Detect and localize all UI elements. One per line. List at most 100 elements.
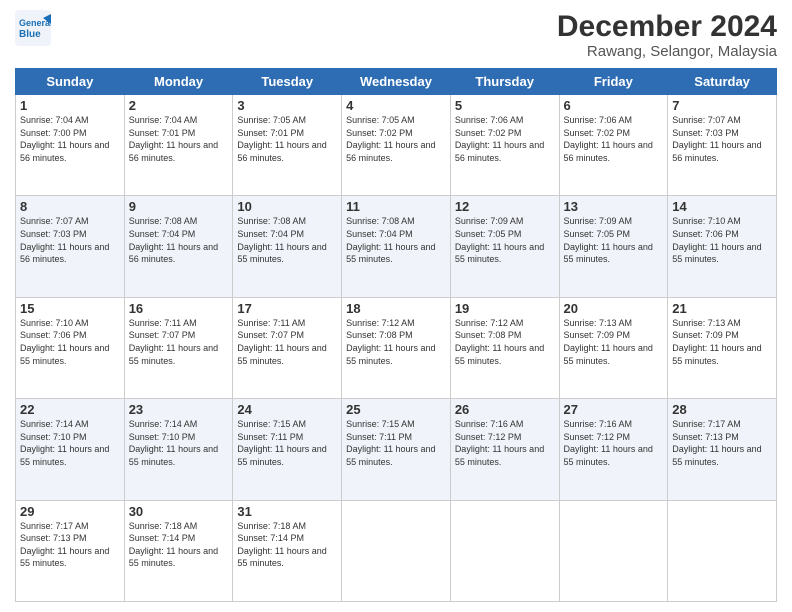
day-info: Sunrise: 7:08 AMSunset: 7:04 PMDaylight:…: [237, 216, 326, 264]
day-cell: 9 Sunrise: 7:08 AMSunset: 7:04 PMDayligh…: [124, 196, 233, 297]
day-info: Sunrise: 7:05 AMSunset: 7:01 PMDaylight:…: [237, 115, 326, 163]
day-info: Sunrise: 7:08 AMSunset: 7:04 PMDaylight:…: [129, 216, 218, 264]
day-cell: 29 Sunrise: 7:17 AMSunset: 7:13 PMDaylig…: [16, 500, 125, 601]
day-cell: 3 Sunrise: 7:05 AMSunset: 7:01 PMDayligh…: [233, 95, 342, 196]
day-number: 22: [20, 402, 120, 417]
day-cell: 1 Sunrise: 7:04 AMSunset: 7:00 PMDayligh…: [16, 95, 125, 196]
day-number: 28: [672, 402, 772, 417]
day-cell: 7 Sunrise: 7:07 AMSunset: 7:03 PMDayligh…: [668, 95, 777, 196]
day-cell: 30 Sunrise: 7:18 AMSunset: 7:14 PMDaylig…: [124, 500, 233, 601]
day-cell: 31 Sunrise: 7:18 AMSunset: 7:14 PMDaylig…: [233, 500, 342, 601]
day-number: 23: [129, 402, 229, 417]
day-info: Sunrise: 7:17 AMSunset: 7:13 PMDaylight:…: [672, 419, 761, 467]
day-number: 10: [237, 199, 337, 214]
day-number: 12: [455, 199, 555, 214]
day-number: 16: [129, 301, 229, 316]
page-container: General Blue December 2024 Rawang, Selan…: [0, 0, 792, 612]
day-cell: 17 Sunrise: 7:11 AMSunset: 7:07 PMDaylig…: [233, 297, 342, 398]
day-info: Sunrise: 7:08 AMSunset: 7:04 PMDaylight:…: [346, 216, 435, 264]
svg-text:Blue: Blue: [19, 29, 41, 40]
day-info: Sunrise: 7:15 AMSunset: 7:11 PMDaylight:…: [237, 419, 326, 467]
week-row-1: 1 Sunrise: 7:04 AMSunset: 7:00 PMDayligh…: [16, 95, 777, 196]
header-cell-wednesday: Wednesday: [342, 69, 451, 95]
subtitle: Rawang, Selangor, Malaysia: [557, 43, 777, 60]
day-cell: 22 Sunrise: 7:14 AMSunset: 7:10 PMDaylig…: [16, 399, 125, 500]
day-number: 1: [20, 98, 120, 113]
day-number: 8: [20, 199, 120, 214]
day-number: 7: [672, 98, 772, 113]
week-row-2: 8 Sunrise: 7:07 AMSunset: 7:03 PMDayligh…: [16, 196, 777, 297]
week-row-3: 15 Sunrise: 7:10 AMSunset: 7:06 PMDaylig…: [16, 297, 777, 398]
day-info: Sunrise: 7:07 AMSunset: 7:03 PMDaylight:…: [672, 115, 761, 163]
day-cell: 8 Sunrise: 7:07 AMSunset: 7:03 PMDayligh…: [16, 196, 125, 297]
day-info: Sunrise: 7:15 AMSunset: 7:11 PMDaylight:…: [346, 419, 435, 467]
day-cell: 11 Sunrise: 7:08 AMSunset: 7:04 PMDaylig…: [342, 196, 451, 297]
week-row-4: 22 Sunrise: 7:14 AMSunset: 7:10 PMDaylig…: [16, 399, 777, 500]
day-cell: 16 Sunrise: 7:11 AMSunset: 7:07 PMDaylig…: [124, 297, 233, 398]
day-number: 6: [564, 98, 664, 113]
main-title: December 2024: [557, 10, 777, 43]
day-cell: 21 Sunrise: 7:13 AMSunset: 7:09 PMDaylig…: [668, 297, 777, 398]
day-cell: 6 Sunrise: 7:06 AMSunset: 7:02 PMDayligh…: [559, 95, 668, 196]
day-number: 18: [346, 301, 446, 316]
day-info: Sunrise: 7:09 AMSunset: 7:05 PMDaylight:…: [564, 216, 653, 264]
day-info: Sunrise: 7:16 AMSunset: 7:12 PMDaylight:…: [455, 419, 544, 467]
day-cell: 5 Sunrise: 7:06 AMSunset: 7:02 PMDayligh…: [450, 95, 559, 196]
day-info: Sunrise: 7:06 AMSunset: 7:02 PMDaylight:…: [455, 115, 544, 163]
day-info: Sunrise: 7:13 AMSunset: 7:09 PMDaylight:…: [672, 318, 761, 366]
day-cell: 26 Sunrise: 7:16 AMSunset: 7:12 PMDaylig…: [450, 399, 559, 500]
day-number: 26: [455, 402, 555, 417]
week-row-5: 29 Sunrise: 7:17 AMSunset: 7:13 PMDaylig…: [16, 500, 777, 601]
day-info: Sunrise: 7:11 AMSunset: 7:07 PMDaylight:…: [129, 318, 218, 366]
day-info: Sunrise: 7:18 AMSunset: 7:14 PMDaylight:…: [129, 521, 218, 569]
day-info: Sunrise: 7:09 AMSunset: 7:05 PMDaylight:…: [455, 216, 544, 264]
day-cell: 14 Sunrise: 7:10 AMSunset: 7:06 PMDaylig…: [668, 196, 777, 297]
day-cell: 2 Sunrise: 7:04 AMSunset: 7:01 PMDayligh…: [124, 95, 233, 196]
day-info: Sunrise: 7:07 AMSunset: 7:03 PMDaylight:…: [20, 216, 109, 264]
day-cell: [450, 500, 559, 601]
day-info: Sunrise: 7:18 AMSunset: 7:14 PMDaylight:…: [237, 521, 326, 569]
header-cell-monday: Monday: [124, 69, 233, 95]
day-cell: 18 Sunrise: 7:12 AMSunset: 7:08 PMDaylig…: [342, 297, 451, 398]
day-cell: 27 Sunrise: 7:16 AMSunset: 7:12 PMDaylig…: [559, 399, 668, 500]
day-number: 29: [20, 504, 120, 519]
day-number: 5: [455, 98, 555, 113]
day-cell: 28 Sunrise: 7:17 AMSunset: 7:13 PMDaylig…: [668, 399, 777, 500]
title-block: December 2024 Rawang, Selangor, Malaysia: [557, 10, 777, 60]
day-cell: 23 Sunrise: 7:14 AMSunset: 7:10 PMDaylig…: [124, 399, 233, 500]
day-info: Sunrise: 7:11 AMSunset: 7:07 PMDaylight:…: [237, 318, 326, 366]
day-cell: 24 Sunrise: 7:15 AMSunset: 7:11 PMDaylig…: [233, 399, 342, 500]
header: General Blue December 2024 Rawang, Selan…: [15, 10, 777, 60]
header-cell-friday: Friday: [559, 69, 668, 95]
day-info: Sunrise: 7:16 AMSunset: 7:12 PMDaylight:…: [564, 419, 653, 467]
day-number: 11: [346, 199, 446, 214]
day-info: Sunrise: 7:05 AMSunset: 7:02 PMDaylight:…: [346, 115, 435, 163]
day-cell: 10 Sunrise: 7:08 AMSunset: 7:04 PMDaylig…: [233, 196, 342, 297]
day-number: 27: [564, 402, 664, 417]
day-info: Sunrise: 7:04 AMSunset: 7:00 PMDaylight:…: [20, 115, 109, 163]
day-cell: 19 Sunrise: 7:12 AMSunset: 7:08 PMDaylig…: [450, 297, 559, 398]
day-info: Sunrise: 7:12 AMSunset: 7:08 PMDaylight:…: [455, 318, 544, 366]
day-number: 2: [129, 98, 229, 113]
day-number: 15: [20, 301, 120, 316]
calendar-table: SundayMondayTuesdayWednesdayThursdayFrid…: [15, 68, 777, 602]
day-cell: [342, 500, 451, 601]
day-number: 13: [564, 199, 664, 214]
day-number: 14: [672, 199, 772, 214]
day-number: 3: [237, 98, 337, 113]
day-number: 21: [672, 301, 772, 316]
header-cell-tuesday: Tuesday: [233, 69, 342, 95]
day-info: Sunrise: 7:14 AMSunset: 7:10 PMDaylight:…: [20, 419, 109, 467]
header-row: SundayMondayTuesdayWednesdayThursdayFrid…: [16, 69, 777, 95]
day-info: Sunrise: 7:10 AMSunset: 7:06 PMDaylight:…: [672, 216, 761, 264]
day-info: Sunrise: 7:17 AMSunset: 7:13 PMDaylight:…: [20, 521, 109, 569]
header-cell-sunday: Sunday: [16, 69, 125, 95]
day-number: 31: [237, 504, 337, 519]
day-number: 17: [237, 301, 337, 316]
logo: General Blue: [15, 10, 51, 46]
day-cell: 20 Sunrise: 7:13 AMSunset: 7:09 PMDaylig…: [559, 297, 668, 398]
day-info: Sunrise: 7:04 AMSunset: 7:01 PMDaylight:…: [129, 115, 218, 163]
day-cell: 15 Sunrise: 7:10 AMSunset: 7:06 PMDaylig…: [16, 297, 125, 398]
day-number: 24: [237, 402, 337, 417]
day-number: 9: [129, 199, 229, 214]
